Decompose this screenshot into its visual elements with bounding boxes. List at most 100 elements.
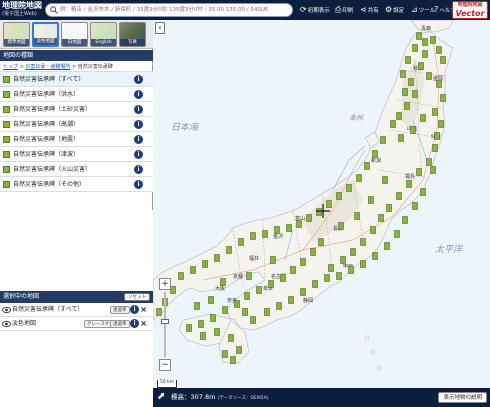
monument-marker[interactable]	[242, 308, 248, 316]
monument-marker[interactable]	[386, 204, 392, 212]
reset-button[interactable]: リセット	[124, 293, 150, 301]
monument-marker[interactable]	[324, 274, 330, 282]
monument-marker[interactable]	[170, 286, 176, 294]
monument-marker[interactable]	[208, 296, 214, 304]
monument-marker[interactable]	[402, 88, 408, 96]
monument-marker[interactable]	[300, 258, 306, 266]
monument-marker[interactable]	[368, 196, 374, 204]
zoom-in-button[interactable]: +	[159, 278, 171, 290]
monument-marker[interactable]	[310, 248, 316, 256]
layer-item-volcano[interactable]: 自然災害伝承碑（火山災害） i	[0, 162, 153, 177]
monument-marker[interactable]	[222, 306, 228, 314]
monument-marker[interactable]	[372, 150, 378, 158]
basemap-thumb-english[interactable]: English	[90, 22, 117, 47]
monument-marker[interactable]	[268, 280, 274, 288]
monument-marker[interactable]	[328, 264, 334, 272]
monument-marker[interactable]	[250, 232, 256, 240]
monument-marker[interactable]	[412, 90, 418, 98]
info-icon[interactable]: i	[134, 165, 143, 174]
site-logo[interactable]: 地理院地図 (電子国土Web)	[2, 1, 42, 19]
monument-marker[interactable]	[198, 320, 204, 328]
print-button[interactable]: ⎙ 印刷	[335, 3, 353, 17]
layer-item-storm-surge[interactable]: 自然災害伝承碑（高潮） i	[0, 117, 153, 132]
monument-marker[interactable]	[406, 180, 412, 188]
monument-marker[interactable]	[340, 256, 346, 264]
monument-marker[interactable]	[214, 254, 220, 262]
monument-marker[interactable]	[436, 80, 442, 88]
tools-button[interactable]: ⊿ ツール	[411, 3, 435, 17]
monument-marker[interactable]	[398, 134, 404, 142]
layer-item-landslide[interactable]: 自然災害伝承碑（土砂災害） i	[0, 102, 153, 117]
monument-marker[interactable]	[286, 224, 292, 232]
monument-marker[interactable]	[256, 286, 262, 294]
legend-button[interactable]: 表示地物の説明	[438, 392, 487, 403]
monument-marker[interactable]	[190, 266, 196, 274]
info-icon[interactable]: i	[134, 120, 143, 129]
monument-marker[interactable]	[210, 314, 216, 322]
monument-marker[interactable]	[405, 56, 411, 64]
layer-item-flood[interactable]: 自然災害伝承碑（洪水） i	[0, 87, 153, 102]
zoom-slider-track[interactable]	[164, 292, 166, 357]
eye-icon[interactable]	[2, 306, 11, 314]
monument-marker[interactable]	[238, 238, 244, 246]
monument-marker[interactable]	[432, 108, 438, 116]
monument-marker[interactable]	[370, 226, 376, 234]
monument-marker[interactable]	[360, 238, 366, 246]
monument-marker[interactable]	[264, 308, 270, 316]
monument-marker[interactable]	[246, 272, 252, 280]
monument-marker[interactable]	[214, 328, 220, 336]
monument-marker[interactable]	[276, 302, 282, 310]
monument-marker[interactable]	[220, 278, 226, 286]
monument-marker[interactable]	[438, 120, 444, 128]
monument-marker[interactable]	[372, 252, 378, 260]
monument-marker[interactable]	[410, 126, 416, 134]
monument-marker[interactable]	[420, 188, 426, 196]
monument-marker[interactable]	[244, 292, 250, 300]
layer-item-other[interactable]: 自然災害伝承碑（その他） i	[0, 177, 153, 192]
info-icon[interactable]: i	[134, 75, 143, 84]
monument-marker[interactable]	[226, 246, 232, 254]
monument-marker[interactable]	[364, 162, 370, 170]
expand-arrow-icon[interactable]: ⬈	[157, 390, 165, 404]
monument-marker[interactable]	[336, 192, 342, 200]
monument-marker[interactable]	[336, 272, 342, 280]
monument-marker[interactable]	[186, 324, 192, 332]
monument-marker[interactable]	[408, 78, 414, 86]
zoom-slider-handle[interactable]	[161, 319, 169, 324]
monument-marker[interactable]	[178, 272, 184, 280]
monument-marker[interactable]	[416, 168, 422, 176]
monument-marker[interactable]	[426, 72, 432, 80]
monument-marker[interactable]	[394, 230, 400, 238]
monument-marker[interactable]	[426, 158, 432, 166]
monument-marker[interactable]	[312, 280, 318, 288]
opacity-button[interactable]: 透過率	[110, 320, 130, 328]
monument-marker[interactable]	[230, 356, 236, 364]
monument-marker[interactable]	[400, 70, 406, 78]
settings-button[interactable]: ⚙ 設定	[385, 3, 404, 17]
monument-marker[interactable]	[234, 300, 240, 308]
monument-marker[interactable]	[194, 302, 200, 310]
share-button[interactable]: ⋖ 共有	[360, 3, 379, 17]
layer-item-tsunami[interactable]: 自然災害伝承碑（津波） i	[0, 147, 153, 162]
eye-icon[interactable]	[2, 320, 11, 328]
monument-marker[interactable]	[350, 248, 356, 256]
monument-marker[interactable]	[422, 50, 428, 58]
monument-marker[interactable]	[250, 316, 256, 324]
info-icon[interactable]: i	[130, 319, 139, 328]
basemap-thumb-blank[interactable]: 白地図	[61, 22, 88, 47]
collapse-panel-button[interactable]: ‹	[155, 22, 165, 34]
monument-marker[interactable]	[430, 36, 436, 44]
basemap-thumb-standard[interactable]: 標準地図	[3, 22, 30, 47]
info-icon[interactable]: i	[134, 105, 143, 114]
layer-item-earthquake[interactable]: 自然災害伝承碑（地震） i	[0, 132, 153, 147]
monument-marker[interactable]	[440, 94, 446, 102]
monument-marker[interactable]	[402, 216, 408, 224]
monument-marker[interactable]	[200, 332, 206, 340]
monument-marker[interactable]	[318, 238, 324, 246]
monument-marker[interactable]	[390, 120, 396, 128]
info-icon[interactable]: i	[130, 305, 139, 314]
search-icon[interactable]	[50, 6, 58, 14]
info-icon[interactable]: i	[134, 150, 143, 159]
monument-marker[interactable]	[228, 334, 234, 342]
monument-marker[interactable]	[384, 242, 390, 250]
